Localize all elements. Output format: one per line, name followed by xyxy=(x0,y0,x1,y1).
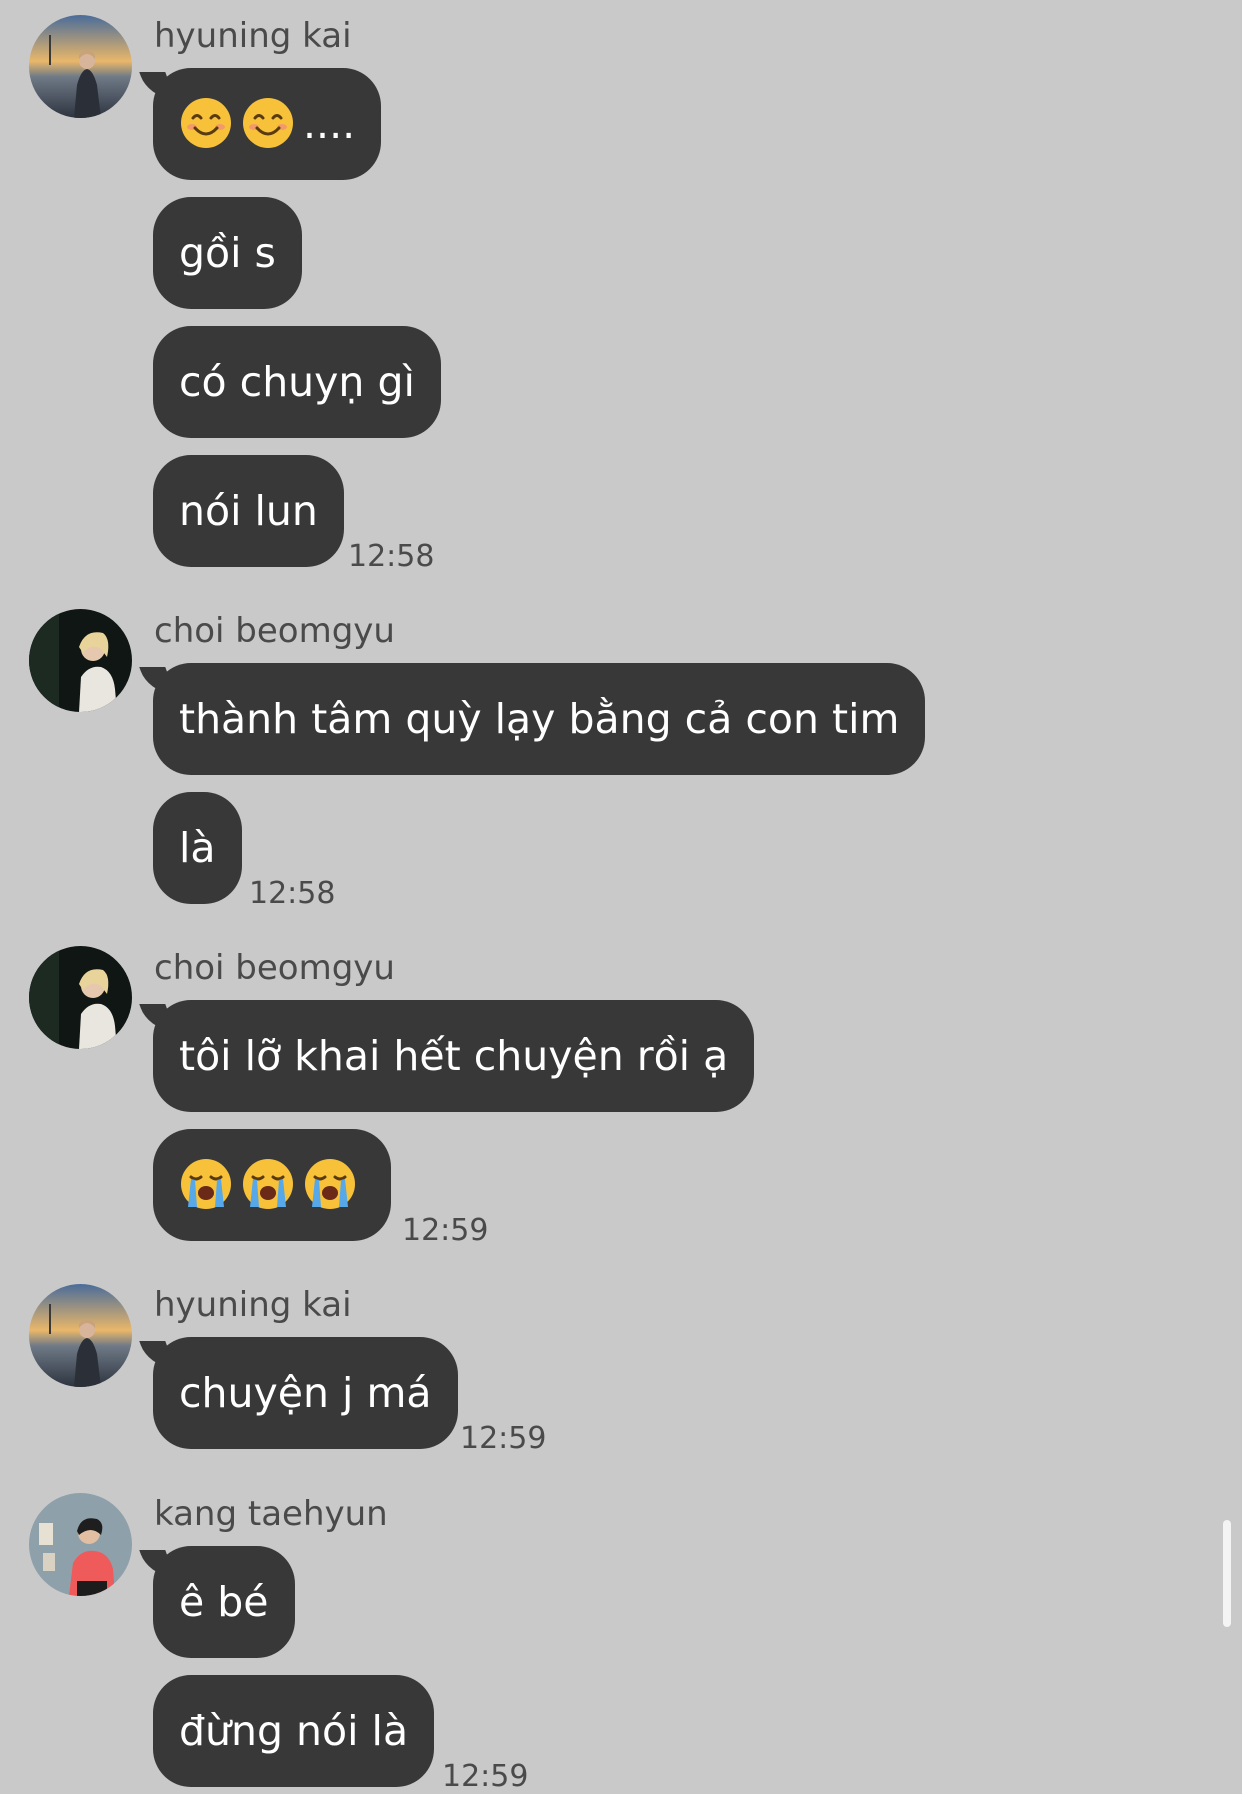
message-text: .... xyxy=(303,100,356,148)
message-timestamp: 12:59 xyxy=(402,1213,489,1248)
message-timestamp: 12:59 xyxy=(442,1759,529,1794)
message-timestamp: 12:58 xyxy=(249,876,336,911)
smiling-face-icon xyxy=(241,96,295,150)
sender-name: hyuning kai xyxy=(154,1285,352,1325)
message-text: thành tâm quỳ lạy bằng cả con tim xyxy=(179,695,900,743)
message-text: là xyxy=(179,824,216,872)
message-bubble[interactable]: có chuyṇ gì xyxy=(153,326,441,438)
message-timestamp: 12:58 xyxy=(348,539,435,574)
message-text: nói lun xyxy=(179,487,318,535)
message-bubble[interactable]: tôi lỡ khai hết chuyện rồi ạ xyxy=(153,1000,755,1112)
avatar[interactable] xyxy=(29,946,132,1049)
message-bubble[interactable] xyxy=(153,1129,391,1241)
message-text: đừng nói là xyxy=(179,1707,409,1755)
message-timestamp: 12:59 xyxy=(460,1421,547,1456)
loudly-crying-face-icon xyxy=(179,1157,233,1211)
loudly-crying-face-icon xyxy=(241,1157,295,1211)
sender-name: choi beomgyu xyxy=(154,611,395,651)
avatar[interactable] xyxy=(29,1284,132,1387)
avatar[interactable] xyxy=(29,15,132,118)
loudly-crying-face-icon xyxy=(303,1157,357,1211)
message-bubble[interactable]: chuyện j má xyxy=(153,1337,458,1449)
avatar[interactable] xyxy=(29,609,132,712)
message-bubble[interactable]: nói lun xyxy=(153,455,344,567)
message-text: có chuyṇ gì xyxy=(179,358,415,406)
avatar-choi-beomgyu-image xyxy=(29,609,132,712)
avatar-hyuning-kai-image xyxy=(29,1284,132,1387)
avatar-choi-beomgyu-image xyxy=(29,946,132,1049)
avatar-hyuning-kai-image xyxy=(29,15,132,118)
message-text: chuyện j má xyxy=(179,1369,432,1417)
avatar-kang-taehyun-image xyxy=(29,1493,132,1596)
scrollbar[interactable] xyxy=(1223,1520,1231,1627)
message-bubble[interactable]: là xyxy=(153,792,242,904)
message-bubble[interactable]: ê bé xyxy=(153,1546,295,1658)
message-text: ê bé xyxy=(179,1578,269,1626)
sender-name: hyuning kai xyxy=(154,16,352,56)
sender-name: choi beomgyu xyxy=(154,948,395,988)
sender-name: kang taehyun xyxy=(154,1494,388,1534)
message-bubble[interactable]: đừng nói là xyxy=(153,1675,435,1787)
message-bubble[interactable]: gồi s xyxy=(153,197,302,309)
message-text: gồi s xyxy=(179,229,276,277)
avatar[interactable] xyxy=(29,1493,132,1596)
chat-thread[interactable]: hyuning kai .... gồi s có chuyṇ gì nói l… xyxy=(0,0,1242,1793)
message-bubble[interactable]: .... xyxy=(153,68,382,180)
smiling-face-icon xyxy=(179,96,233,150)
message-text: tôi lỡ khai hết chuyện rồi ạ xyxy=(179,1032,729,1080)
message-bubble[interactable]: thành tâm quỳ lạy bằng cả con tim xyxy=(153,663,926,775)
